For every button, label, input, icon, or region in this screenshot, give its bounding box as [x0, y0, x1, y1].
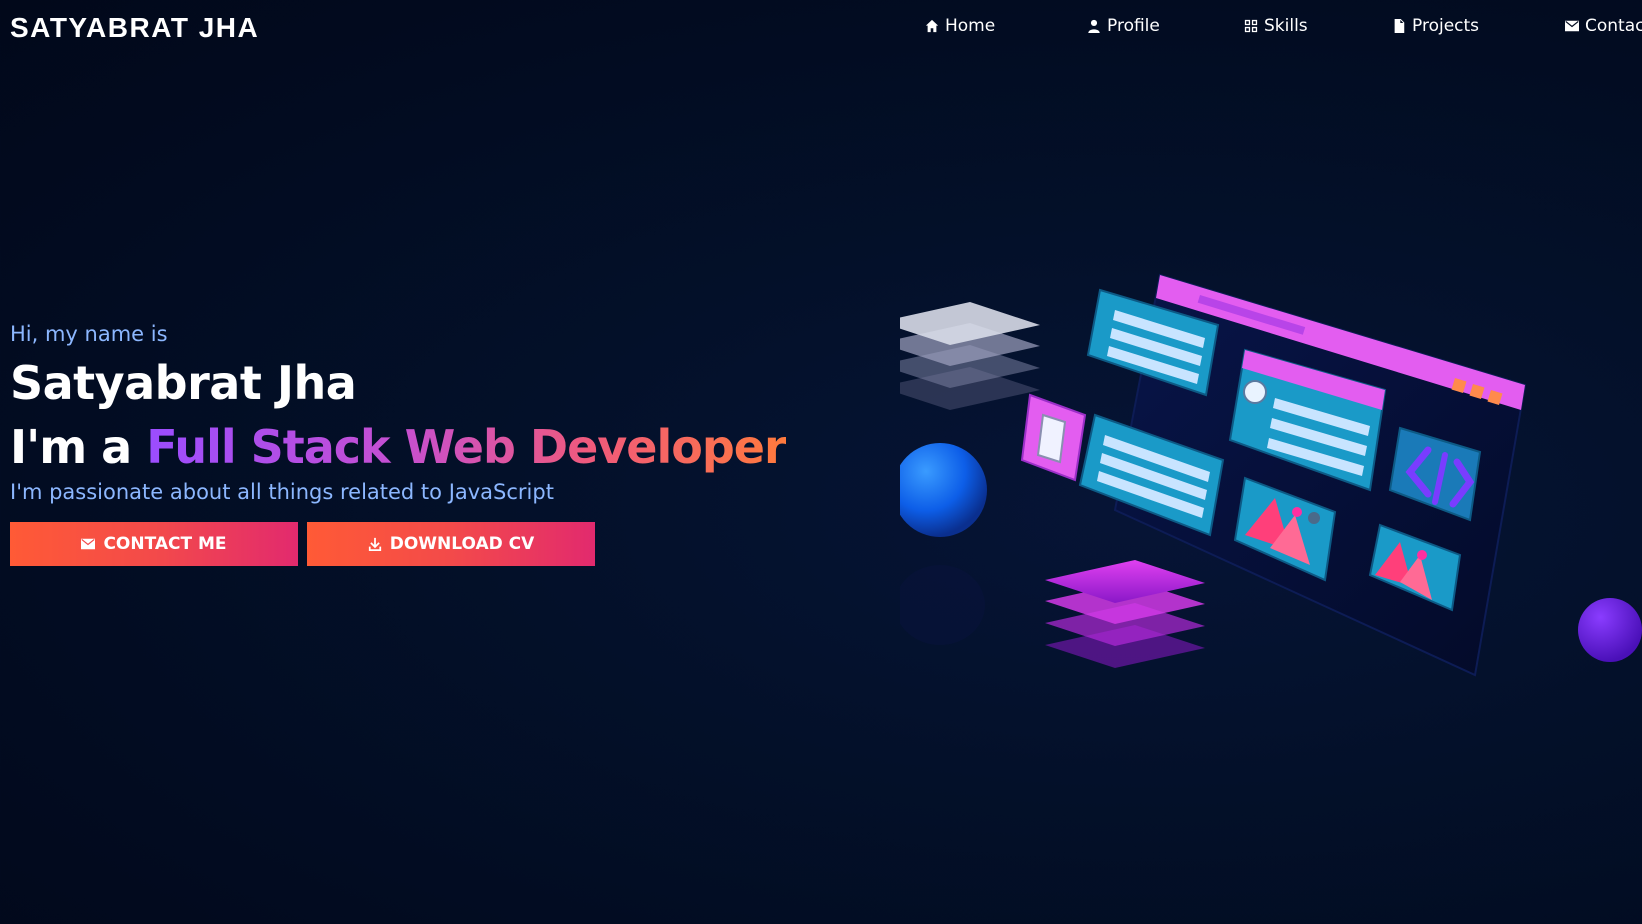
hero-role: I'm a Full Stack Web Developer	[10, 420, 790, 474]
hero-buttons: CONTACT ME DOWNLOAD CV	[10, 522, 790, 566]
home-icon	[925, 19, 939, 33]
phone-tile	[1020, 393, 1087, 482]
hero-illustration	[900, 273, 1642, 677]
greeting-text: Hi, my name is	[10, 322, 168, 346]
file-icon	[1394, 19, 1405, 33]
role-highlight: Full Stack Web Developer	[146, 420, 786, 474]
nav-item-projects[interactable]: Projects	[1392, 16, 1479, 36]
blue-sphere	[900, 443, 987, 537]
download-cv-label: DOWNLOAD CV	[389, 534, 535, 554]
download-icon	[368, 537, 381, 551]
nav-item-contact[interactable]: Contact	[1565, 16, 1642, 36]
grid-icon	[1244, 19, 1258, 33]
download-cv-button[interactable]: DOWNLOAD CV	[307, 522, 595, 566]
nav-item-home[interactable]: Home	[925, 16, 995, 36]
gray-layers	[900, 302, 1040, 410]
magenta-layers	[1045, 560, 1205, 668]
hero-section: Hi, my name is Satyabrat Jha I'm a Full …	[10, 322, 790, 566]
nav-label: Projects	[1412, 16, 1480, 36]
nav-item-skills[interactable]: Skills	[1244, 16, 1308, 36]
hero-tagline: I'm passionate about all things related …	[10, 480, 554, 504]
envelope-icon	[1565, 20, 1579, 32]
hero-name: Satyabrat Jha	[10, 356, 357, 410]
contact-me-button[interactable]: CONTACT ME	[10, 522, 298, 566]
nav-label: Skills	[1264, 16, 1308, 36]
nav-label: Home	[945, 16, 996, 36]
user-icon	[1088, 19, 1100, 33]
role-prefix: I'm a	[10, 420, 147, 474]
top-nav: Home Profile Skills Projects Contact	[0, 16, 1642, 46]
envelope-icon	[81, 538, 96, 550]
purple-sphere	[1578, 598, 1642, 662]
nav-label: Profile	[1107, 16, 1160, 36]
contact-me-label: CONTACT ME	[103, 534, 227, 554]
blue-sphere-reflection	[900, 565, 985, 645]
nav-label: Contact	[1585, 16, 1642, 36]
nav-item-profile[interactable]: Profile	[1087, 16, 1160, 36]
